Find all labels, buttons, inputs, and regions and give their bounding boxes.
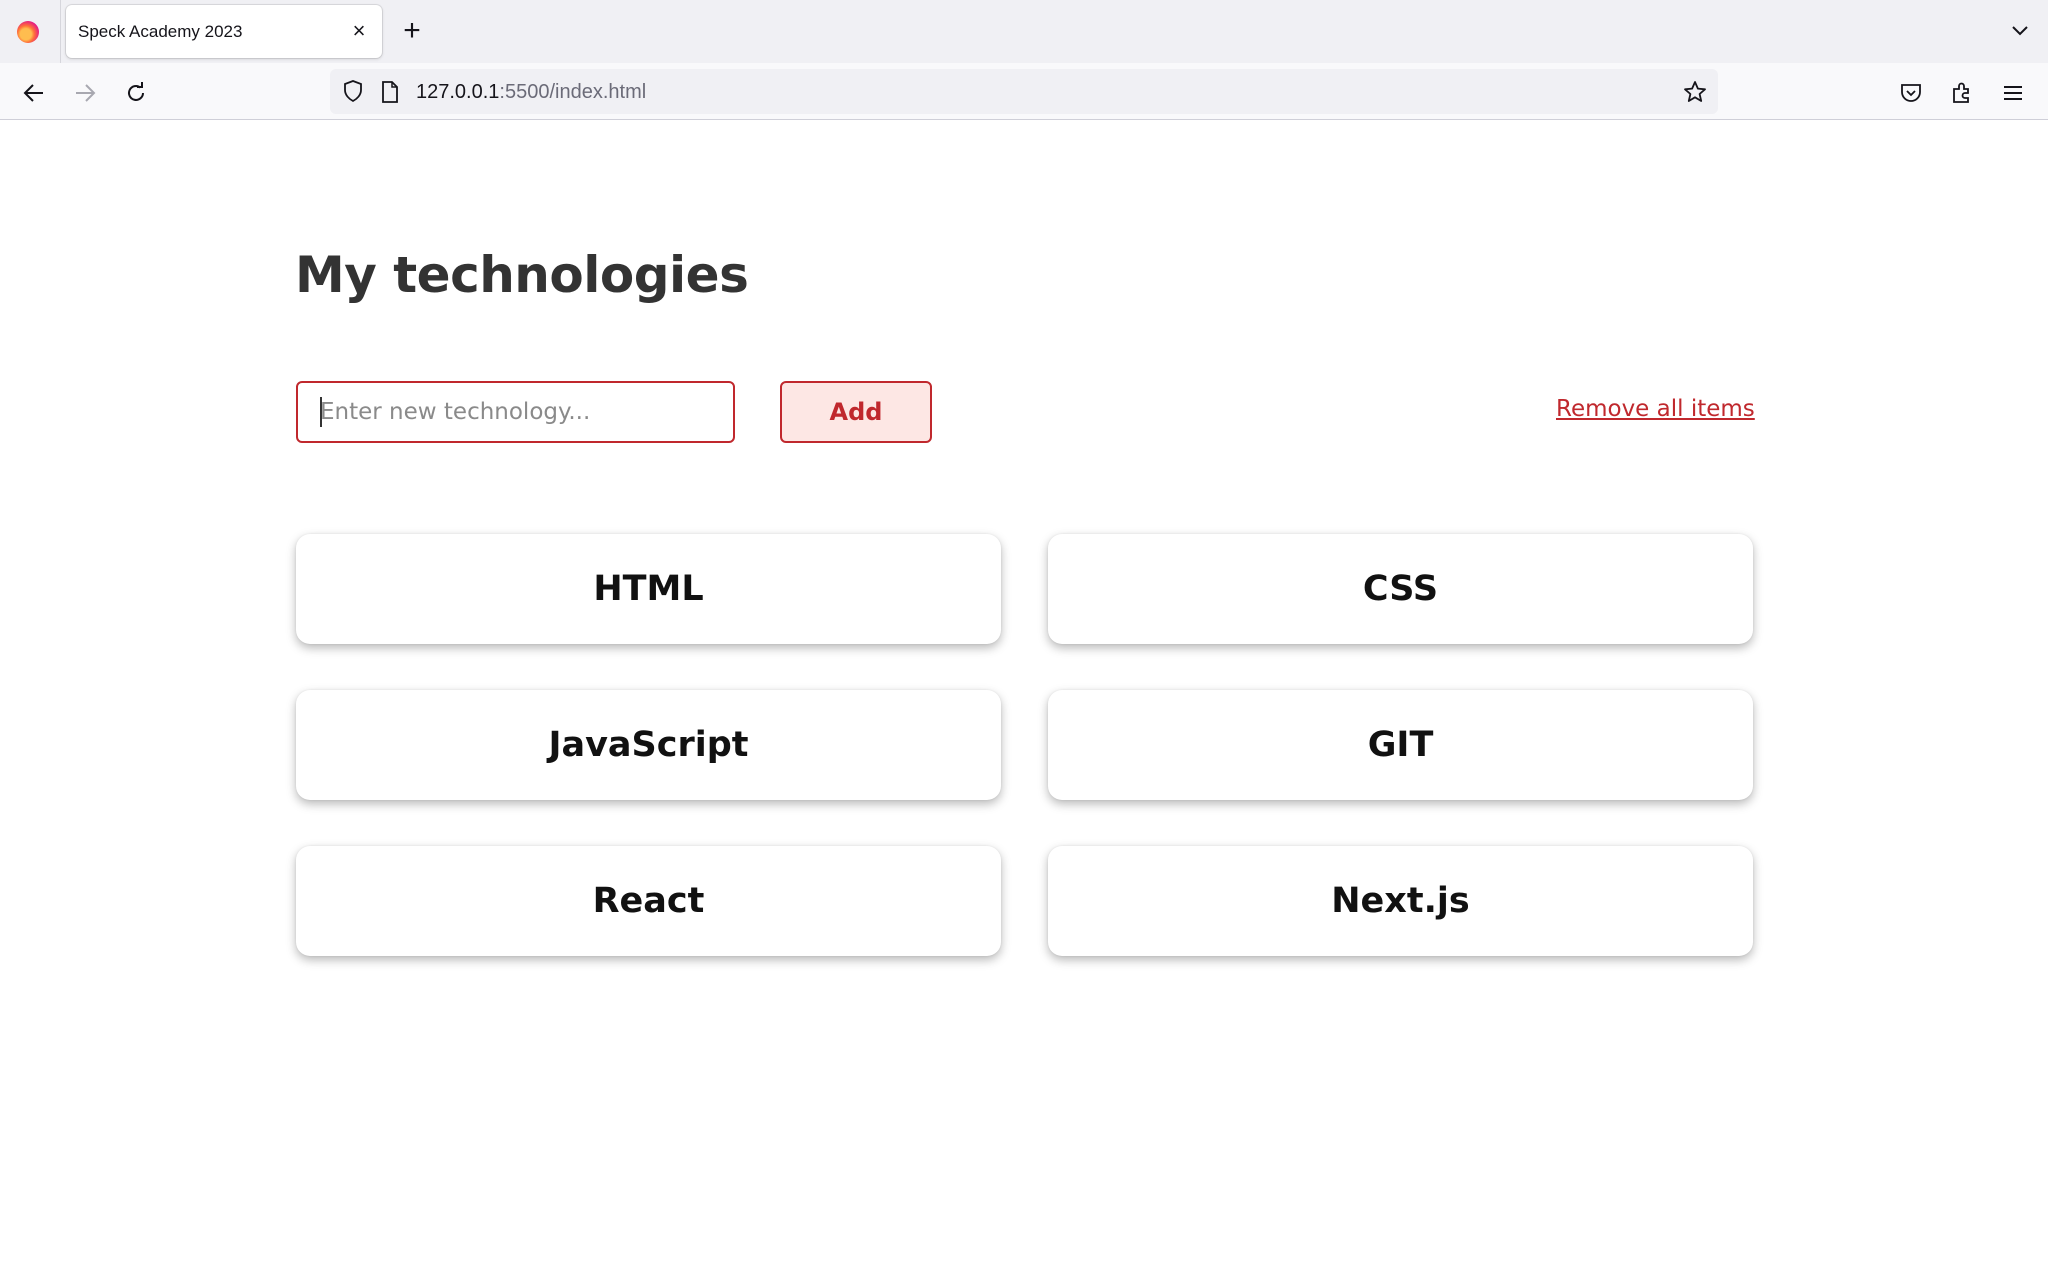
chevron-down-icon[interactable]: [2004, 15, 2036, 47]
url-host: 127.0.0.1: [416, 81, 500, 103]
browser-tab[interactable]: Speck Academy 2023 ×: [66, 5, 382, 58]
firefox-logo-icon: [17, 21, 39, 43]
url-path: :5500/index.html: [499, 81, 647, 103]
plus-icon[interactable]: +: [396, 15, 428, 47]
reload-icon[interactable]: [118, 75, 154, 111]
technology-card[interactable]: React: [296, 846, 1001, 956]
tab-separator: [60, 0, 61, 63]
close-icon[interactable]: ×: [344, 16, 374, 46]
new-technology-input[interactable]: [296, 381, 735, 443]
puzzle-icon[interactable]: [1944, 75, 1980, 111]
star-icon[interactable]: [1680, 77, 1710, 107]
remove-all-items-link[interactable]: Remove all items: [1556, 396, 1755, 422]
hamburger-menu-icon[interactable]: [1995, 75, 2031, 111]
tab-title: Speck Academy 2023: [78, 22, 243, 41]
page-title: My technologies: [295, 246, 749, 304]
browser-tab-bar: Speck Academy 2023 × +: [0, 0, 2048, 63]
url-bar[interactable]: 127.0.0.1:5500/index.html: [330, 69, 1718, 114]
pocket-icon[interactable]: [1893, 75, 1929, 111]
shield-icon[interactable]: [340, 78, 366, 104]
technology-card[interactable]: JavaScript: [296, 690, 1001, 800]
technology-list: HTML CSS JavaScript GIT React Next.js: [296, 534, 1753, 956]
page-icon: [378, 79, 402, 105]
technology-card[interactable]: Next.js: [1048, 846, 1753, 956]
arrow-left-icon[interactable]: [16, 75, 52, 111]
technology-card[interactable]: HTML: [296, 534, 1001, 644]
text-caret: [320, 397, 322, 427]
url-text[interactable]: 127.0.0.1:5500/index.html: [416, 81, 646, 104]
add-button[interactable]: Add: [780, 381, 932, 443]
technology-card[interactable]: GIT: [1048, 690, 1753, 800]
browser-nav-bar: 127.0.0.1:5500/index.html: [0, 63, 2048, 120]
arrow-right-icon[interactable]: [67, 75, 103, 111]
technology-card[interactable]: CSS: [1048, 534, 1753, 644]
